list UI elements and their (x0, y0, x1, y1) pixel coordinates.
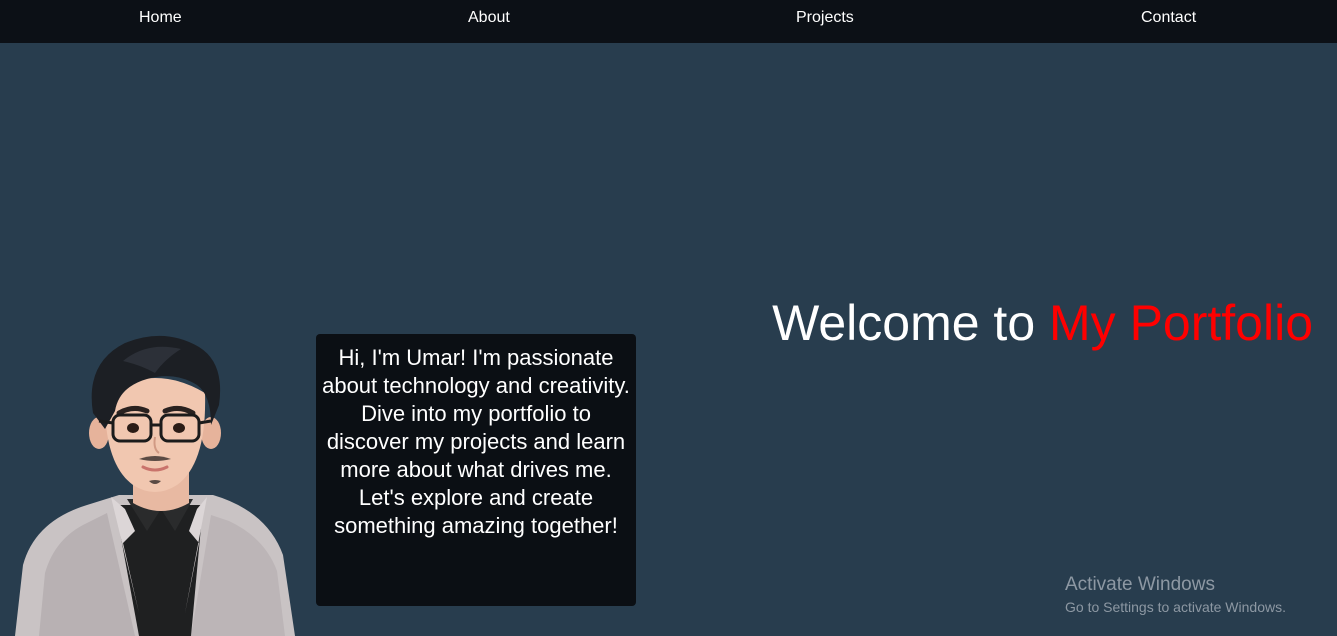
watermark-title: Activate Windows (1065, 574, 1215, 595)
nav-contact-link[interactable]: Contact (1141, 9, 1196, 27)
hero-title-accent: My Portfolio (1049, 295, 1313, 351)
watermark-subtitle: Go to Settings to activate Windows. (1065, 599, 1286, 615)
hero-title-prefix: Welcome to (772, 295, 1036, 351)
intro-speech-box: Hi, I'm Umar! I'm passionate about techn… (316, 334, 636, 606)
windows-activation-watermark: Activate Windows Go to Settings to activ… (1065, 574, 1286, 617)
nav-home-link[interactable]: Home (139, 9, 182, 27)
nav-about-link[interactable]: About (468, 9, 510, 27)
avatar-illustration (15, 335, 295, 636)
top-navbar: Home About Projects Contact (0, 0, 1337, 43)
hero-title: Welcome to My Portfolio (772, 293, 1313, 353)
nav-projects-link[interactable]: Projects (796, 9, 854, 27)
